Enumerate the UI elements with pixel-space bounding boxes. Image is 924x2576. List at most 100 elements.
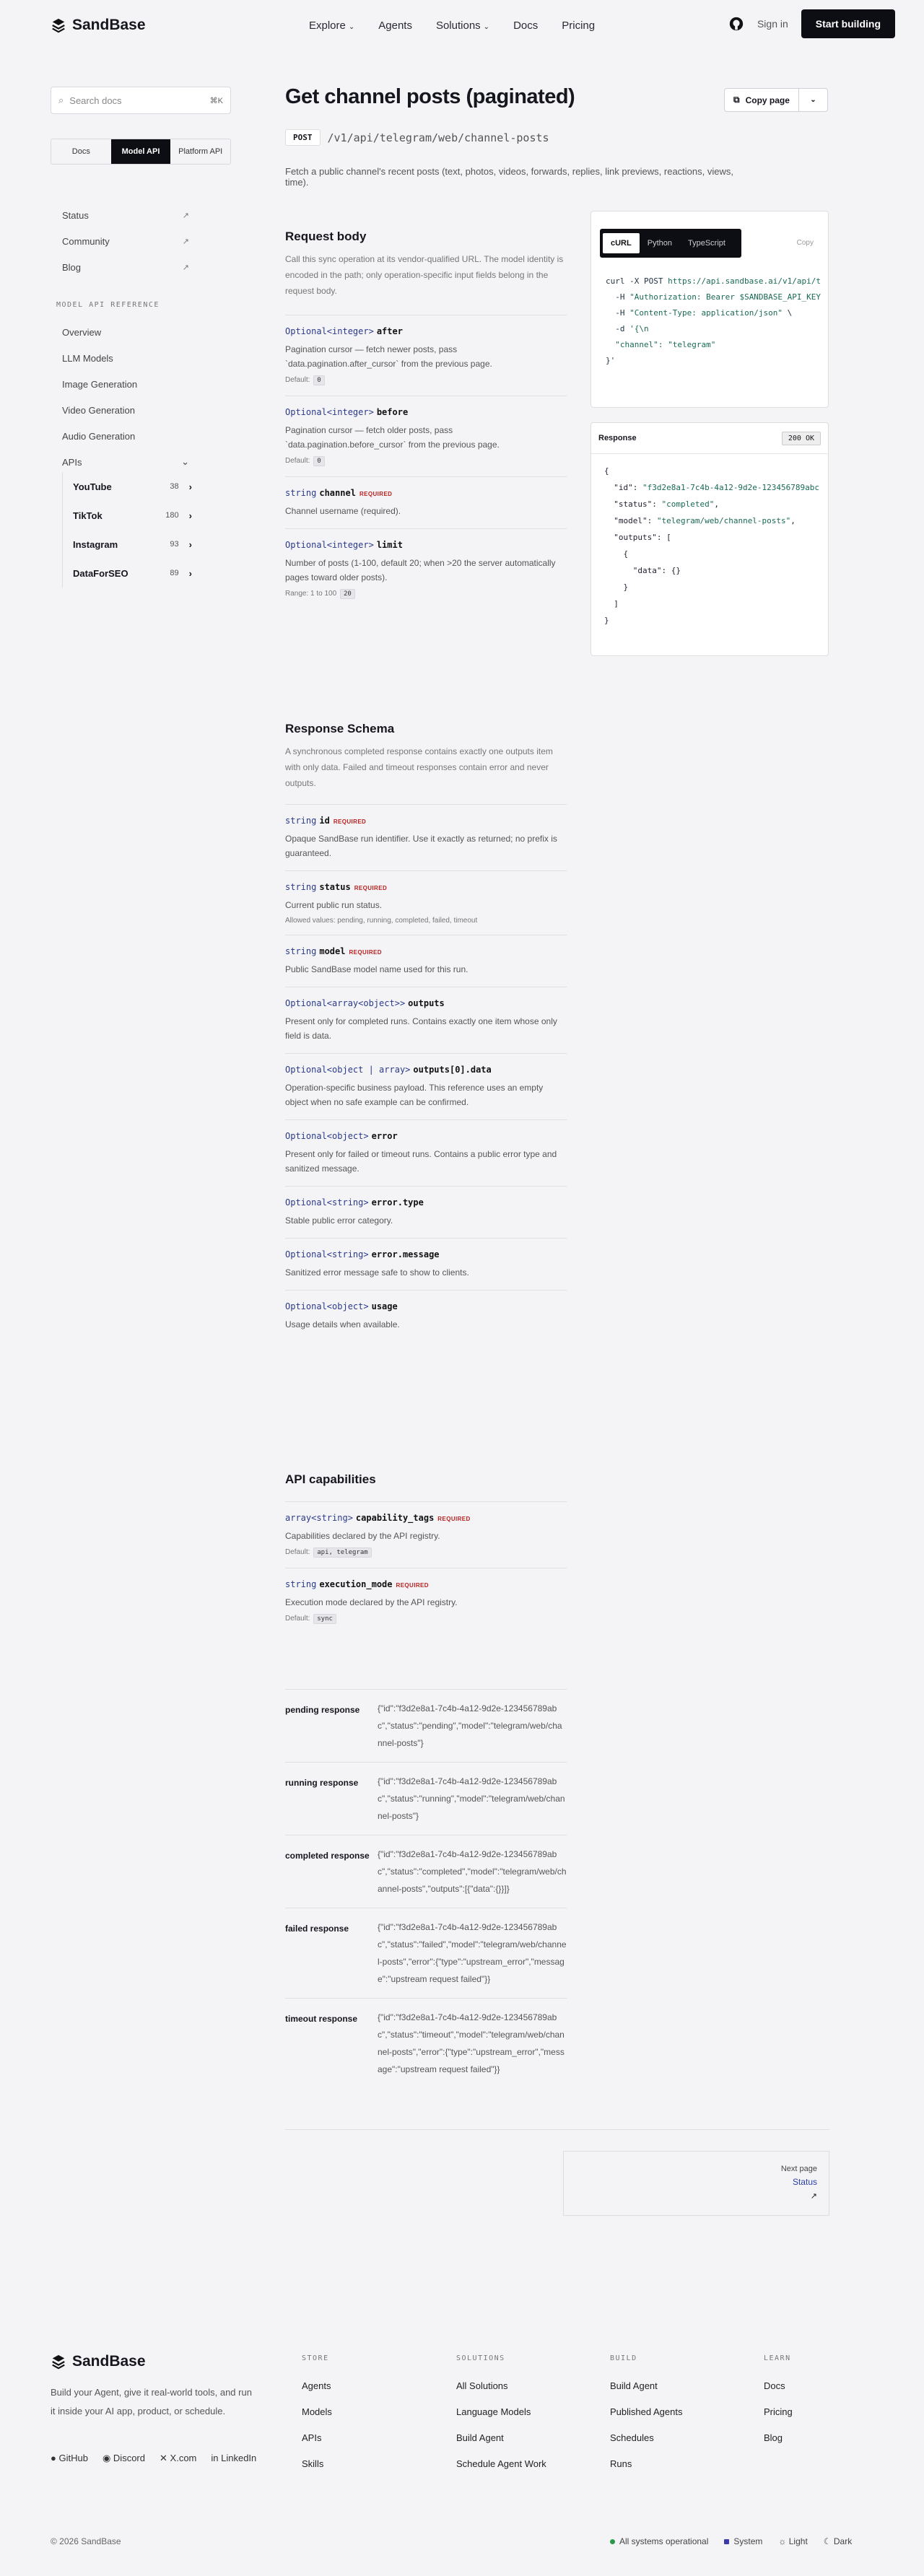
section-title: Request body bbox=[285, 230, 367, 243]
x-link[interactable]: ✕ X.com bbox=[160, 2453, 196, 2464]
method-badge: POST bbox=[285, 129, 321, 146]
required-badge: REQUIRED bbox=[333, 818, 367, 825]
param-item: string id REQUIRED Opaque SandBase run iden… bbox=[285, 804, 567, 870]
next-page-link[interactable]: Next page Status ↗ bbox=[563, 2151, 829, 2216]
footer-link[interactable]: Pricing bbox=[764, 2398, 894, 2424]
discord-link[interactable]: ◉ Discord bbox=[103, 2453, 145, 2464]
theme-dark[interactable]: ☾ Dark bbox=[824, 2536, 852, 2546]
github-link[interactable]: ● GitHub bbox=[51, 2453, 88, 2464]
sidebar-item-overview[interactable]: Overview bbox=[62, 319, 189, 345]
footer-column: LEARN Docs Pricing Blog bbox=[764, 2354, 894, 2450]
footer-link[interactable]: Skills bbox=[302, 2450, 432, 2476]
endpoint: POST /v1/api/telegram/web/channel-posts bbox=[285, 129, 549, 146]
footer-link[interactable]: Schedules bbox=[610, 2424, 740, 2450]
sidebar-item-image[interactable]: Image Generation bbox=[62, 371, 189, 397]
sidebar-item-llm[interactable]: LLM Models bbox=[62, 345, 189, 371]
chevron-down-icon: ⌄ bbox=[483, 22, 490, 31]
param-item: Optional<object | array> outputs[0].data O… bbox=[285, 1053, 567, 1119]
linkedin-icon: in bbox=[211, 2453, 219, 2463]
request-body-section: Request body Call this sync operation at… bbox=[285, 230, 567, 609]
nav-pricing[interactable]: Pricing bbox=[562, 19, 595, 32]
status-badge: 200 OK bbox=[781, 431, 821, 445]
tab-python[interactable]: Python bbox=[640, 233, 680, 253]
footer-column: BUILD Build Agent Published Agents Schedule… bbox=[610, 2354, 740, 2476]
sidebar-item-community[interactable]: Community ↗ bbox=[62, 228, 189, 254]
footer-link[interactable]: Runs bbox=[610, 2450, 740, 2476]
sidebar-links: Status ↗ Community ↗ Blog ↗ bbox=[62, 202, 189, 280]
doc-tabs: Docs Model API Platform API bbox=[51, 139, 231, 165]
sidebar-item-blog[interactable]: Blog ↗ bbox=[62, 254, 189, 280]
tab-docs[interactable]: Docs bbox=[51, 139, 111, 164]
footer-link[interactable]: Language Models bbox=[456, 2398, 586, 2424]
required-badge: REQUIRED bbox=[354, 885, 388, 891]
footer-link[interactable]: All Solutions bbox=[456, 2372, 586, 2398]
footer-link[interactable]: Schedule Agent Work bbox=[456, 2450, 586, 2476]
tab-model-api[interactable]: Model API bbox=[110, 139, 171, 164]
shortcut-hint: ⌘K bbox=[209, 96, 223, 105]
copy-code-button[interactable]: Copy bbox=[797, 239, 814, 247]
code-tabs: cURL Python TypeScript bbox=[600, 229, 741, 258]
logo-icon bbox=[52, 2354, 65, 2370]
required-badge: REQUIRED bbox=[349, 949, 382, 956]
required-badge: REQUIRED bbox=[359, 491, 393, 497]
sidebar-api-list: Overview LLM Models Image Generation Vid… bbox=[62, 319, 189, 475]
example-row: running response {"id":"f3d2e8a1-7c4b-4a1… bbox=[285, 1762, 567, 1835]
theme-light[interactable]: ☼ Light bbox=[778, 2536, 807, 2546]
sidebar-item-dataforseo[interactable]: DataForSEO 89 › bbox=[73, 559, 192, 588]
sidebar-api-sublist: YouTube 38 › TikTok 180 › Instagram 93 › DataF… bbox=[62, 472, 192, 588]
footer-link[interactable]: Agents bbox=[302, 2372, 432, 2398]
brand-logo[interactable]: SandBase bbox=[51, 17, 146, 34]
nav-explore[interactable]: Explore ⌄ bbox=[309, 19, 354, 32]
sidebar-item-apis[interactable]: APIs ⌄ bbox=[62, 449, 189, 475]
footer-link[interactable]: Build Agent bbox=[456, 2424, 586, 2450]
footer-link[interactable]: Published Agents bbox=[610, 2398, 740, 2424]
footer-logo[interactable]: SandBase bbox=[51, 2353, 146, 2370]
social-links: ● GitHub ◉ Discord ✕ X.com in LinkedIn bbox=[51, 2453, 267, 2464]
copyright: © 2026 SandBase bbox=[51, 2536, 121, 2546]
tab-typescript[interactable]: TypeScript bbox=[680, 233, 733, 253]
sidebar-item-youtube[interactable]: YouTube 38 › bbox=[73, 472, 192, 501]
footer-link[interactable]: Build Agent bbox=[610, 2372, 740, 2398]
moon-icon: ☾ bbox=[823, 2536, 832, 2546]
sidebar-item-status[interactable]: Status ↗ bbox=[62, 202, 189, 228]
param-item: array<string> capability_tags REQUIRED Capa… bbox=[285, 1501, 567, 1568]
response-json: { "id": "f3d2e8a1-7c4b-4a12-9d2e-1234567… bbox=[604, 466, 820, 625]
sidebar-item-video[interactable]: Video Generation bbox=[62, 397, 189, 423]
footer-link[interactable]: APIs bbox=[302, 2424, 432, 2450]
sidebar-item-tiktok[interactable]: TikTok 180 › bbox=[73, 501, 192, 530]
external-link-icon: ↗ bbox=[182, 211, 189, 220]
response-panel: Response 200 OK { "id": "f3d2e8a1-7c4b-4a… bbox=[590, 422, 829, 656]
required-badge: REQUIRED bbox=[396, 1582, 429, 1589]
footer-link[interactable]: Models bbox=[302, 2398, 432, 2424]
tab-curl[interactable]: cURL bbox=[603, 233, 640, 253]
search-input[interactable]: ⌕ Search docs ⌘K bbox=[51, 87, 231, 114]
param-item: Optional<object> usage Usage details when … bbox=[285, 1290, 567, 1342]
response-examples: pending response {"id":"f3d2e8a1-7c4b-4a1… bbox=[285, 1689, 567, 2088]
code-block: curl -X POST https://api.sandbase.ai/v1/… bbox=[606, 276, 821, 365]
example-row: pending response {"id":"f3d2e8a1-7c4b-4a1… bbox=[285, 1689, 567, 1762]
example-row: timeout response {"id":"f3d2e8a1-7c4b-4a1… bbox=[285, 1998, 567, 2088]
tab-platform-api[interactable]: Platform API bbox=[170, 139, 230, 164]
param-item: Optional<string> error.message Sanitized e… bbox=[285, 1238, 567, 1290]
footer-link[interactable]: Blog bbox=[764, 2424, 894, 2450]
linkedin-link[interactable]: in LinkedIn bbox=[211, 2453, 256, 2464]
chevron-down-icon: ⌄ bbox=[810, 96, 816, 104]
param-item: Optional<integer> after Pagination cursor … bbox=[285, 315, 567, 396]
nav-docs[interactable]: Docs bbox=[513, 19, 538, 32]
chevron-right-icon: › bbox=[188, 510, 192, 521]
sun-icon: ☼ bbox=[778, 2536, 787, 2546]
footer-link[interactable]: Docs bbox=[764, 2372, 894, 2398]
nav-solutions[interactable]: Solutions ⌄ bbox=[436, 19, 489, 32]
copy-page-button[interactable]: ⧉ Copy page ⌄ bbox=[724, 88, 828, 112]
sidebar-item-audio[interactable]: Audio Generation bbox=[62, 423, 189, 449]
section-title: Response Schema bbox=[285, 722, 395, 735]
start-building-button[interactable]: Start building bbox=[801, 9, 895, 38]
github-icon: ● bbox=[51, 2453, 56, 2463]
param-item: string execution_mode REQUIRED Execution mo… bbox=[285, 1568, 567, 1634]
github-icon[interactable] bbox=[728, 16, 744, 32]
theme-system[interactable]: System bbox=[724, 2536, 762, 2546]
sidebar-item-instagram[interactable]: Instagram 93 › bbox=[73, 530, 192, 559]
nav-agents[interactable]: Agents bbox=[378, 19, 412, 32]
param-item: Optional<integer> before Pagination cursor… bbox=[285, 396, 567, 476]
signin-link[interactable]: Sign in bbox=[757, 18, 788, 30]
